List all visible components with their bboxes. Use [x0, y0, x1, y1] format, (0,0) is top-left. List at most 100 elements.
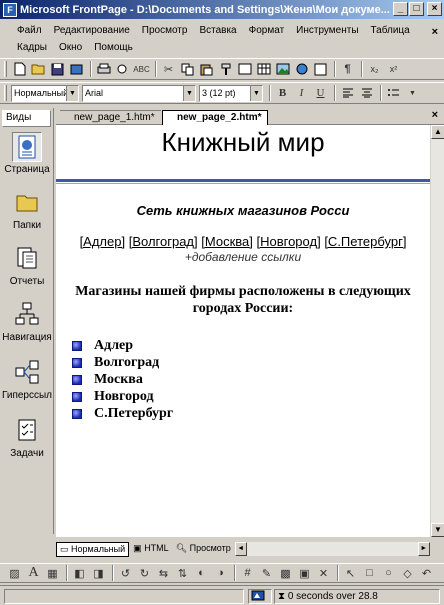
nav-link-spb[interactable]: [С.Петербург]: [324, 234, 406, 249]
brightness-icon[interactable]: ◑: [212, 565, 229, 581]
more-buttons-icon[interactable]: ▼: [404, 85, 421, 101]
circular-hotspot-icon[interactable]: ○: [380, 565, 397, 581]
nav-link-moscow[interactable]: [Москва]: [201, 234, 253, 249]
spelling-icon[interactable]: ABC: [133, 61, 150, 77]
view-page[interactable]: Страница: [2, 132, 52, 175]
text-icon[interactable]: A: [25, 565, 42, 581]
scroll-right-icon[interactable]: ►: [417, 542, 430, 556]
underline-button[interactable]: U: [312, 85, 329, 101]
nav-link-adler[interactable]: [Адлер]: [80, 234, 126, 249]
bullet-icon: [72, 357, 82, 368]
view-navigation[interactable]: Навигация: [2, 300, 52, 343]
menu-insert[interactable]: Вставка: [199, 25, 236, 36]
rectangular-hotspot-icon[interactable]: □: [361, 565, 378, 581]
superscript-icon[interactable]: x²: [385, 61, 402, 77]
polygon-hotspot-icon[interactable]: ◇: [399, 565, 416, 581]
menu-help[interactable]: Помощь: [94, 42, 133, 53]
toolbar-grip[interactable]: [4, 85, 7, 101]
cut-icon[interactable]: ✂: [160, 61, 177, 77]
black-white-icon[interactable]: ▩: [277, 565, 294, 581]
view-folders[interactable]: Папки: [2, 188, 52, 231]
italic-button[interactable]: I: [293, 85, 310, 101]
insert-table-icon[interactable]: [255, 61, 272, 77]
paste-icon[interactable]: [198, 61, 215, 77]
tab-html[interactable]: ▣ HTML: [130, 542, 172, 557]
transparent-color-icon[interactable]: ✎: [258, 565, 275, 581]
minimize-button[interactable]: _: [393, 2, 408, 16]
vertical-scrollbar[interactable]: ▲ ▼: [430, 125, 444, 537]
close-document-icon[interactable]: ×: [432, 109, 438, 121]
save-icon[interactable]: [49, 61, 66, 77]
bold-button[interactable]: B: [274, 85, 291, 101]
preview-icon[interactable]: [114, 61, 131, 77]
copy-icon[interactable]: [179, 61, 196, 77]
insert-component-icon[interactable]: [236, 61, 253, 77]
insert-image-icon[interactable]: ▨: [6, 565, 23, 581]
frontpage-app-icon[interactable]: F: [3, 2, 17, 17]
nav-link-novgorod[interactable]: [Новгород]: [256, 234, 320, 249]
scroll-down-icon[interactable]: ▼: [431, 523, 444, 537]
menu-frames[interactable]: Кадры: [17, 42, 47, 53]
view-reports[interactable]: Отчеты: [2, 244, 52, 287]
bring-forward-icon[interactable]: ◧: [71, 565, 88, 581]
menu-tools[interactable]: Инструменты: [296, 25, 358, 36]
nav-link-volgograd[interactable]: [Волгоград]: [129, 234, 198, 249]
restore-icon[interactable]: ↶: [418, 565, 435, 581]
hyperlink-icon[interactable]: [293, 61, 310, 77]
chevron-down-icon[interactable]: ▼: [250, 85, 262, 101]
print-icon[interactable]: [95, 61, 112, 77]
menu-edit[interactable]: Редактирование: [54, 25, 130, 36]
subscript-icon[interactable]: x₂: [366, 61, 383, 77]
publish-icon[interactable]: [68, 61, 85, 77]
bullets-icon[interactable]: [385, 85, 402, 101]
toolbar-grip[interactable]: [4, 61, 7, 77]
menu-window[interactable]: Окно: [59, 42, 82, 53]
menu-view[interactable]: Просмотр: [142, 25, 188, 36]
menu-format[interactable]: Формат: [249, 25, 285, 36]
rotate-right-icon[interactable]: ↻: [136, 565, 153, 581]
contrast-icon[interactable]: ◐: [193, 565, 210, 581]
bevel-icon[interactable]: ▣: [296, 565, 313, 581]
tab-normal[interactable]: ▭ Нормальный: [56, 541, 130, 557]
refresh-icon[interactable]: [312, 61, 329, 77]
tab-preview-label: Просмотр: [189, 542, 231, 553]
menu-table[interactable]: Таблица: [371, 25, 410, 36]
align-left-icon[interactable]: [339, 85, 356, 101]
tab-new-page-1[interactable]: new_page_1.htm*: [60, 110, 161, 125]
font-dropdown[interactable]: Arial ▼: [82, 84, 196, 102]
resample-icon[interactable]: ✕: [315, 565, 332, 581]
send-backward-icon[interactable]: ◨: [90, 565, 107, 581]
chevron-down-icon[interactable]: ▼: [66, 85, 78, 101]
list-item: Адлер: [72, 337, 173, 354]
chevron-down-icon[interactable]: ▼: [183, 85, 195, 101]
style-dropdown[interactable]: Нормальный ▼: [11, 84, 79, 102]
add-link-placeholder[interactable]: +добавление ссылки: [56, 250, 430, 264]
insert-picture-icon[interactable]: [274, 61, 291, 77]
maximize-button[interactable]: □: [409, 2, 424, 16]
view-tasks[interactable]: Задачи: [2, 416, 52, 459]
open-folder-icon[interactable]: [30, 61, 47, 77]
font-size-dropdown[interactable]: 3 (12 pt) ▼: [199, 84, 263, 102]
page-editor[interactable]: Книжный мир Сеть книжных магазинов Росси…: [56, 125, 430, 537]
view-hyperlinks[interactable]: Гиперссылки: [2, 358, 52, 401]
crop-icon[interactable]: #: [239, 565, 256, 581]
thumbnail-icon[interactable]: ▦: [44, 565, 61, 581]
view-label: Задачи: [10, 448, 44, 459]
show-all-icon[interactable]: ¶: [339, 61, 356, 77]
menu-close-icon[interactable]: ×: [432, 26, 438, 38]
align-center-icon[interactable]: [358, 85, 375, 101]
select-pointer-icon[interactable]: ↖: [342, 565, 359, 581]
menu-file[interactable]: Файл: [17, 25, 42, 36]
flip-horizontal-icon[interactable]: ⇆: [155, 565, 172, 581]
rotate-left-icon[interactable]: ↺: [117, 565, 134, 581]
new-page-icon[interactable]: [11, 61, 28, 77]
flip-vertical-icon[interactable]: ⇅: [174, 565, 191, 581]
hyperlinks-icon: [12, 358, 42, 388]
horizontal-scrollbar-track[interactable]: [246, 542, 418, 556]
tab-new-page-2[interactable]: new_page_2.htm*: [162, 110, 269, 125]
scroll-up-icon[interactable]: ▲: [431, 125, 444, 139]
scroll-left-icon[interactable]: ◄: [234, 542, 247, 556]
close-button[interactable]: ×: [427, 2, 442, 16]
format-painter-icon[interactable]: [217, 61, 234, 77]
tab-preview[interactable]: 🔍︎ Просмотр: [173, 542, 234, 557]
